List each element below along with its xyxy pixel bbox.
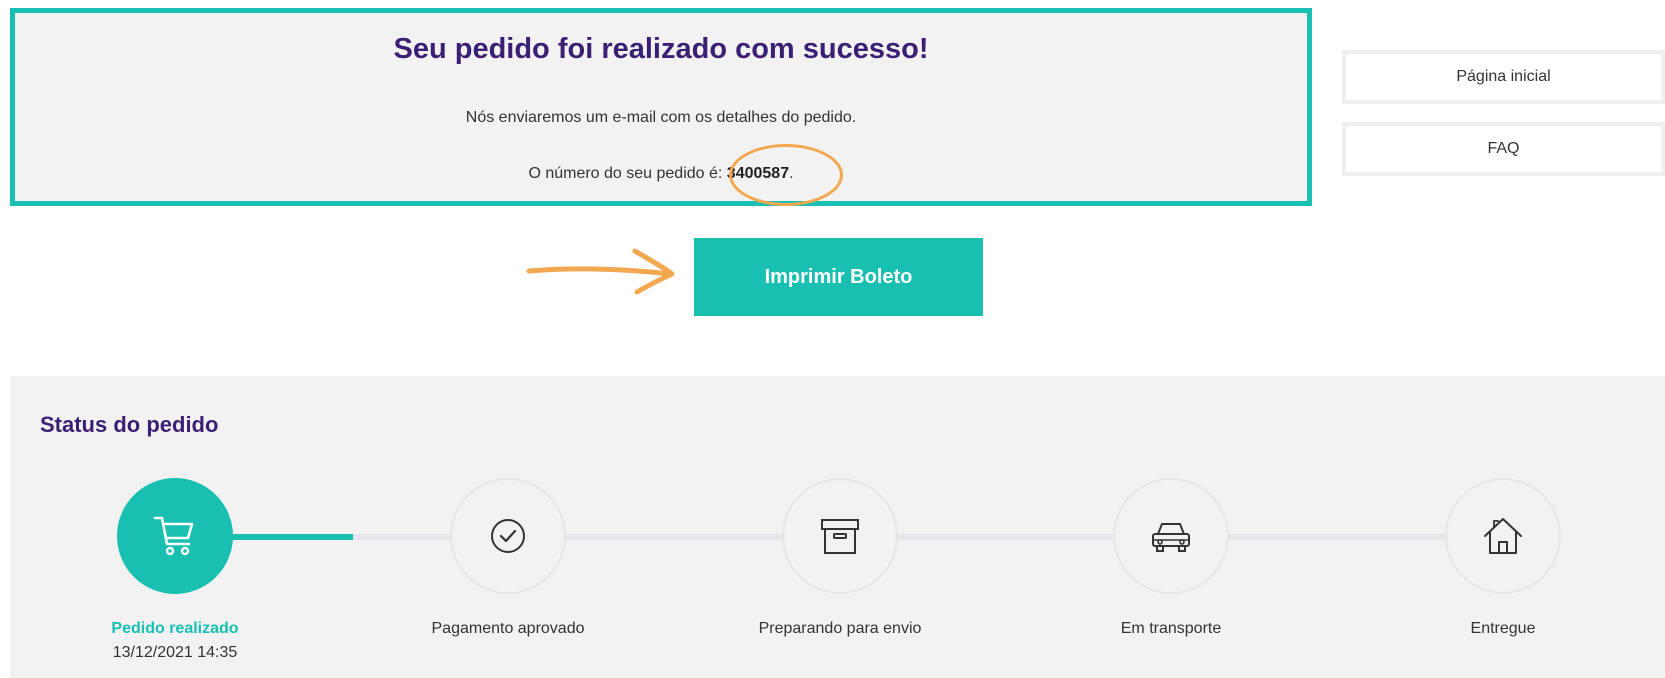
step-label-payment-approved: Pagamento aprovado	[431, 620, 585, 637]
faq-button[interactable]: FAQ	[1342, 122, 1665, 176]
step-circle-in-transit	[1113, 478, 1229, 594]
step-label-in-transit: Em transporte	[1120, 620, 1222, 637]
order-number-highlight-circle	[729, 144, 843, 206]
success-title: Seu pedido foi realizado com sucesso!	[393, 33, 929, 65]
order-number-prefix: O número do seu pedido é:	[528, 165, 727, 182]
step-circle-delivered	[1445, 478, 1561, 594]
step-circle-payment-approved	[450, 478, 566, 594]
house-icon	[1484, 518, 1522, 554]
arrow-annotation-icon	[526, 248, 675, 295]
box-icon	[821, 519, 859, 554]
status-title: Status do pedido	[40, 412, 219, 437]
step-label-delivered: Entregue	[1470, 620, 1536, 637]
check-circle-icon	[491, 519, 525, 553]
step-label-order-placed: Pedido realizado	[111, 620, 239, 637]
cart-icon	[153, 516, 194, 556]
step-circle-order-placed	[117, 478, 233, 594]
success-message: Nós enviaremos um e-mail com os detalhes…	[465, 109, 857, 126]
print-boleto-button[interactable]: Imprimir Boleto	[694, 238, 983, 316]
car-icon	[1152, 523, 1190, 552]
order-number-line: O número do seu pedido é: 3400587.	[15, 165, 1307, 183]
order-success-panel: Seu pedido foi realizado com sucesso! Nó…	[10, 8, 1312, 206]
step-label-preparing: Preparando para envio	[758, 620, 922, 637]
step-date-order-placed: 13/12/2021 14:35	[112, 644, 238, 661]
step-circle-preparing	[782, 478, 898, 594]
order-status-panel: Status do pedido Pedido realizado 13/12/…	[10, 376, 1665, 678]
home-page-button[interactable]: Página inicial	[1342, 50, 1665, 104]
